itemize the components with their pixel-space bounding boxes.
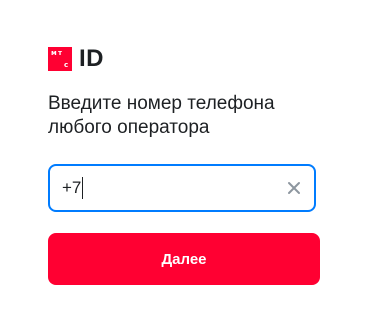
logo-glyph-s: с: [64, 61, 69, 69]
page-title: Введите номер телефона любого оператора: [48, 93, 275, 138]
phone-field[interactable]: +7: [48, 164, 316, 212]
close-icon: [288, 182, 300, 194]
login-page: м т с ID Введите номер телефона любого о…: [0, 0, 368, 333]
logo-glyph-t: т: [58, 49, 63, 57]
logo-text: ID: [79, 45, 104, 72]
logo-glyph-m: м: [51, 49, 57, 57]
mts-id-logo: м т с ID: [48, 47, 104, 71]
mts-logo-icon: м т с: [48, 47, 72, 71]
text-caret: [82, 177, 84, 199]
phone-input[interactable]: +7: [62, 166, 282, 210]
next-button[interactable]: Далее: [48, 233, 320, 285]
phone-input-value: +7: [62, 178, 82, 197]
clear-input-button[interactable]: [284, 178, 304, 198]
